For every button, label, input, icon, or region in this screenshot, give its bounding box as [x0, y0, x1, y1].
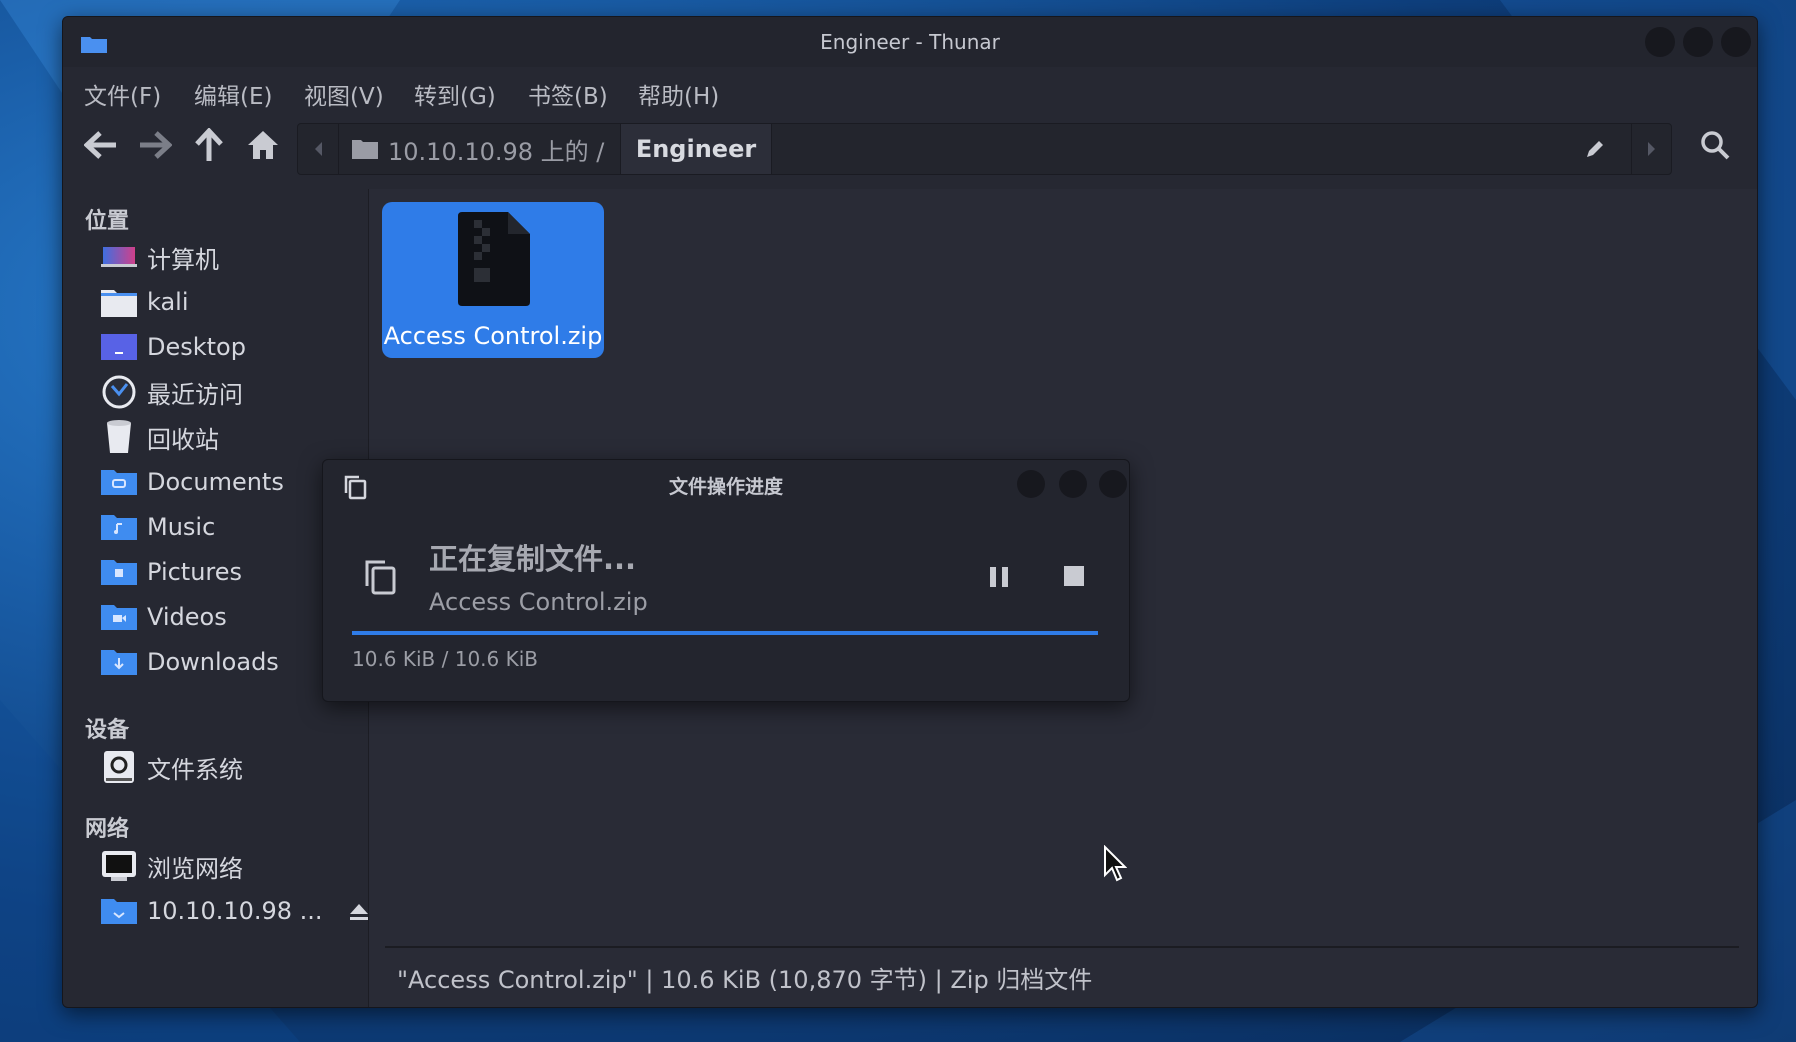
recent-icon: [102, 375, 136, 409]
menu-go[interactable]: 转到(G): [414, 77, 496, 111]
sidebar-item-kali[interactable]: kali: [101, 282, 189, 322]
sidebar-item-label: 最近访问: [147, 380, 243, 409]
trash-icon: [107, 420, 131, 453]
sidebar-item-recent[interactable]: 最近访问: [101, 372, 243, 412]
sidebar-item-label: Music: [147, 513, 216, 541]
sidebar-item-documents[interactable]: Documents: [101, 462, 284, 502]
sidebar-item-label: Pictures: [147, 558, 243, 586]
status-bar: "Access Control.zip" | 10.6 KiB (10,870 …: [385, 946, 1739, 998]
dialog-maximize-button[interactable]: [1059, 470, 1087, 498]
sidebar-item-label: kali: [147, 288, 189, 316]
sidebar-item-network-share[interactable]: 10.10.10.98 ...: [101, 891, 368, 931]
sidebar-item-pictures[interactable]: Pictures: [101, 552, 242, 592]
file-item[interactable]: Access Control.zip: [382, 202, 604, 358]
path-scroll-left[interactable]: [298, 124, 339, 174]
videos-folder-icon: [101, 605, 137, 630]
close-button[interactable]: [1721, 27, 1751, 57]
minimize-button[interactable]: [1645, 27, 1675, 57]
menu-bookmarks[interactable]: 书签(B): [528, 77, 608, 111]
chevron-left-icon: [315, 142, 322, 156]
search-icon: [1701, 131, 1730, 160]
path-current-label: Engineer: [635, 135, 757, 163]
pictures-folder-icon: [101, 560, 137, 585]
arrow-left-icon: [84, 131, 116, 159]
stop-button[interactable]: [1063, 565, 1085, 587]
progress-fill: [352, 631, 1098, 635]
file-name: Access Control.zip: [383, 322, 603, 350]
progress-bar: [352, 631, 1098, 635]
network-icon: [102, 851, 136, 881]
sidebar-item-label: 浏览网络: [147, 854, 243, 883]
up-button[interactable]: [191, 127, 227, 163]
path-parent-label: 10.10.10.98 上的 /: [388, 137, 605, 166]
path-segment-current[interactable]: Engineer: [620, 124, 772, 174]
pencil-icon: [1587, 141, 1603, 157]
folder-icon: [352, 140, 378, 159]
sidebar-item-browse-network[interactable]: 浏览网络: [101, 846, 243, 886]
desktop-folder-icon: [101, 334, 137, 360]
toolbar: 10.10.10.98 上的 / Engineer: [63, 113, 1757, 177]
sidebar-item-trash[interactable]: 回收站: [101, 417, 219, 457]
sidebar-section-network: 网络: [85, 817, 130, 842]
computer-icon: [101, 247, 137, 267]
menu-file[interactable]: 文件(F): [84, 77, 161, 111]
sidebar-section-places: 位置: [85, 209, 130, 234]
maximize-button[interactable]: [1683, 27, 1713, 57]
path-scroll-right[interactable]: [1631, 124, 1672, 174]
dialog-close-button[interactable]: [1099, 470, 1127, 498]
home-folder-icon: [101, 290, 137, 317]
drive-icon: [104, 751, 134, 783]
sidebar-item-label: 10.10.10.98 ...: [147, 897, 323, 925]
menu-edit[interactable]: 编辑(E): [194, 77, 272, 111]
menu-bar: 文件(F) 编辑(E) 视图(V) 转到(G) 书签(B) 帮助(H): [63, 67, 1757, 113]
eject-icon[interactable]: [349, 903, 369, 921]
window-title: Engineer - Thunar: [820, 30, 1000, 54]
network-share-icon: [101, 899, 137, 924]
arrow-up-icon: [195, 128, 223, 161]
sidebar-item-music[interactable]: Music: [101, 507, 215, 547]
progress-dialog: 文件操作进度 正在复制文件... Access Control.zip 10.6…: [322, 459, 1130, 702]
operation-heading: 正在复制文件...: [429, 542, 637, 576]
sidebar-item-label: Videos: [147, 603, 227, 631]
sidebar-item-downloads[interactable]: Downloads: [101, 642, 279, 682]
transfer-sizes: 10.6 KiB / 10.6 KiB: [352, 647, 539, 671]
sidebar-item-computer[interactable]: 计算机: [101, 237, 219, 277]
arrow-right-icon: [140, 131, 172, 159]
forward-button[interactable]: [137, 127, 173, 163]
pause-button[interactable]: [987, 565, 1011, 589]
title-bar[interactable]: Engineer - Thunar: [63, 17, 1757, 67]
back-button[interactable]: [83, 127, 119, 163]
sidebar-item-label: Desktop: [147, 333, 246, 361]
sidebar-item-label: 计算机: [147, 245, 219, 274]
operation-file: Access Control.zip: [429, 588, 648, 616]
location-bar: 10.10.10.98 上的 / Engineer: [297, 123, 1672, 175]
documents-folder-icon: [101, 470, 137, 495]
sidebar-item-label: 回收站: [147, 425, 219, 454]
sidebar-section-devices: 设备: [85, 718, 130, 743]
status-text: "Access Control.zip" | 10.6 KiB (10,870 …: [397, 966, 1093, 994]
dialog-minimize-button[interactable]: [1017, 470, 1045, 498]
menu-help[interactable]: 帮助(H): [638, 77, 719, 111]
path-segment-parent[interactable]: 10.10.10.98 上的 /: [338, 124, 620, 174]
sidebar-item-label: Documents: [147, 468, 284, 496]
menu-view[interactable]: 视图(V): [304, 77, 384, 111]
downloads-folder-icon: [101, 650, 137, 675]
sidebar-item-label: Downloads: [147, 648, 279, 676]
sidebar-item-filesystem[interactable]: 文件系统: [101, 747, 243, 787]
search-button[interactable]: [1697, 127, 1733, 163]
home-icon: [248, 131, 278, 159]
mouse-cursor-icon: [1104, 845, 1127, 882]
edit-location-button[interactable]: [1571, 124, 1619, 174]
copy-operation-icon: [365, 560, 396, 595]
home-button[interactable]: [245, 127, 281, 163]
sidebar-item-desktop[interactable]: Desktop: [101, 327, 246, 367]
music-folder-icon: [101, 515, 137, 540]
dialog-title: 文件操作进度: [668, 476, 783, 498]
zip-archive-icon: [458, 212, 530, 306]
chevron-right-icon: [1648, 142, 1655, 156]
sidebar-item-label: 文件系统: [147, 755, 243, 784]
sidebar-item-videos[interactable]: Videos: [101, 597, 227, 637]
